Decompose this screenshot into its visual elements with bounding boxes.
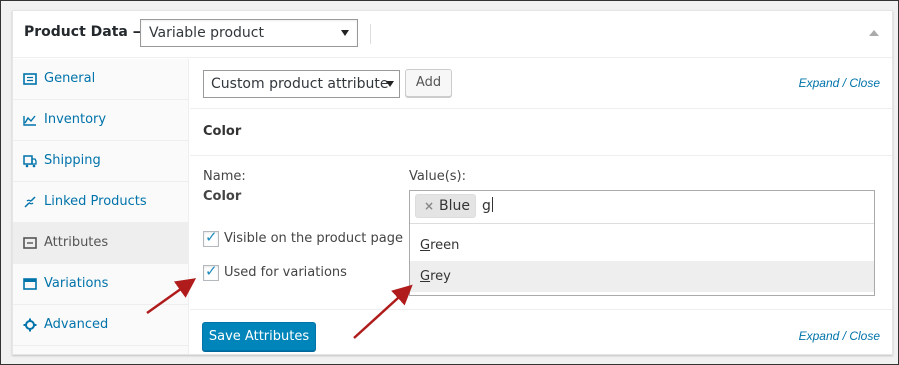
option-rest: rey — [430, 269, 451, 284]
attribute-type-value: Custom product attribute — [211, 76, 389, 92]
header-divider — [370, 24, 371, 44]
product-data-tabs: General Inventory Shipping Linked Produc… — [13, 59, 189, 354]
match-highlight: G — [420, 269, 431, 284]
product-type-select[interactable]: Variable product — [140, 19, 358, 47]
attributes-toolbar: Custom product attribute Add Expand / Cl… — [190, 59, 892, 109]
expand-close-links: Expand / Close — [799, 329, 880, 343]
values-dropdown: Green Grey — [410, 223, 874, 295]
panel-title: Product Data — — [24, 24, 147, 40]
add-attribute-button[interactable]: Add — [405, 69, 452, 97]
tab-inventory[interactable]: Inventory — [13, 100, 189, 141]
close-link[interactable]: Close — [849, 329, 880, 343]
save-attributes-button[interactable]: Save Attributes — [202, 322, 316, 351]
dropdown-option-green[interactable]: Green — [410, 230, 874, 261]
tab-label: Attributes — [44, 235, 109, 250]
chevron-down-icon — [341, 30, 349, 36]
visible-on-page-label: Visible on the product page — [224, 231, 403, 246]
visible-on-page-checkbox[interactable]: ✓ — [203, 228, 219, 247]
used-for-variations-checkbox[interactable]: ✓ — [203, 262, 219, 281]
variations-icon — [23, 278, 37, 290]
value-tag: × Blue — [415, 194, 476, 218]
expand-link[interactable]: Expand — [799, 329, 840, 343]
attributes-footer: Save Attributes Expand / Close — [190, 309, 892, 354]
tab-label: Advanced — [44, 317, 109, 332]
expand-link[interactable]: Expand — [799, 76, 840, 90]
attributes-content: Custom product attribute Add Expand / Cl… — [190, 59, 892, 354]
option-rest: reen — [430, 238, 460, 253]
dropdown-option-grey[interactable]: Grey — [410, 261, 874, 292]
shipping-icon — [23, 155, 37, 168]
chevron-down-icon — [386, 81, 394, 87]
tab-shipping[interactable]: Shipping — [13, 141, 189, 182]
attribute-type-select[interactable]: Custom product attribute — [203, 70, 400, 98]
value-tag-label: Blue — [439, 198, 470, 214]
collapse-toggle-icon[interactable] — [869, 30, 879, 36]
gear-icon — [23, 318, 37, 332]
panel-header: Product Data — Variable product — [13, 11, 892, 58]
tab-label: Variations — [44, 276, 109, 291]
checkmark-icon: ✓ — [205, 262, 218, 280]
link-icon — [24, 196, 36, 208]
tab-label: Inventory — [44, 112, 107, 127]
typed-text: g — [482, 198, 491, 214]
inventory-icon — [23, 115, 36, 126]
name-value: Color — [203, 189, 242, 204]
tab-label: Linked Products — [44, 194, 147, 209]
attributes-icon — [23, 237, 37, 249]
remove-tag-icon[interactable]: × — [424, 199, 434, 213]
screenshot-frame: Product Data — Variable product General … — [0, 0, 899, 365]
match-highlight: G — [420, 238, 431, 253]
attribute-header[interactable]: Color — [190, 110, 892, 156]
product-data-panel: Product Data — Variable product General … — [12, 10, 893, 355]
general-icon — [23, 73, 37, 85]
option-label: Green — [420, 238, 459, 253]
tab-variations[interactable]: Variations — [13, 264, 189, 305]
used-for-variations-label: Used for variations — [224, 265, 347, 280]
tab-general[interactable]: General — [13, 59, 189, 100]
values-label: Value(s): — [409, 169, 466, 184]
tab-label: Shipping — [44, 153, 101, 168]
link-separator: / — [839, 76, 850, 90]
values-search-input[interactable]: g — [482, 197, 493, 214]
close-link[interactable]: Close — [849, 76, 880, 90]
values-multiselect[interactable]: × Blue g Green Grey — [409, 190, 875, 296]
option-label: Grey — [420, 269, 451, 284]
attribute-body: Name: Color ✓ Visible on the product pag… — [190, 157, 892, 297]
text-cursor — [491, 197, 493, 212]
attribute-heading: Color — [203, 124, 242, 139]
values-input-area[interactable]: × Blue g — [410, 191, 874, 222]
tab-linked-products[interactable]: Linked Products — [13, 182, 189, 223]
checkmark-icon: ✓ — [205, 228, 218, 246]
tab-label: General — [44, 71, 96, 86]
product-type-value: Variable product — [149, 25, 264, 41]
name-label: Name: — [203, 169, 246, 184]
link-separator: / — [839, 329, 850, 343]
tab-attributes[interactable]: Attributes — [13, 223, 189, 264]
tab-advanced[interactable]: Advanced — [13, 305, 189, 346]
expand-close-links: Expand / Close — [799, 76, 880, 90]
